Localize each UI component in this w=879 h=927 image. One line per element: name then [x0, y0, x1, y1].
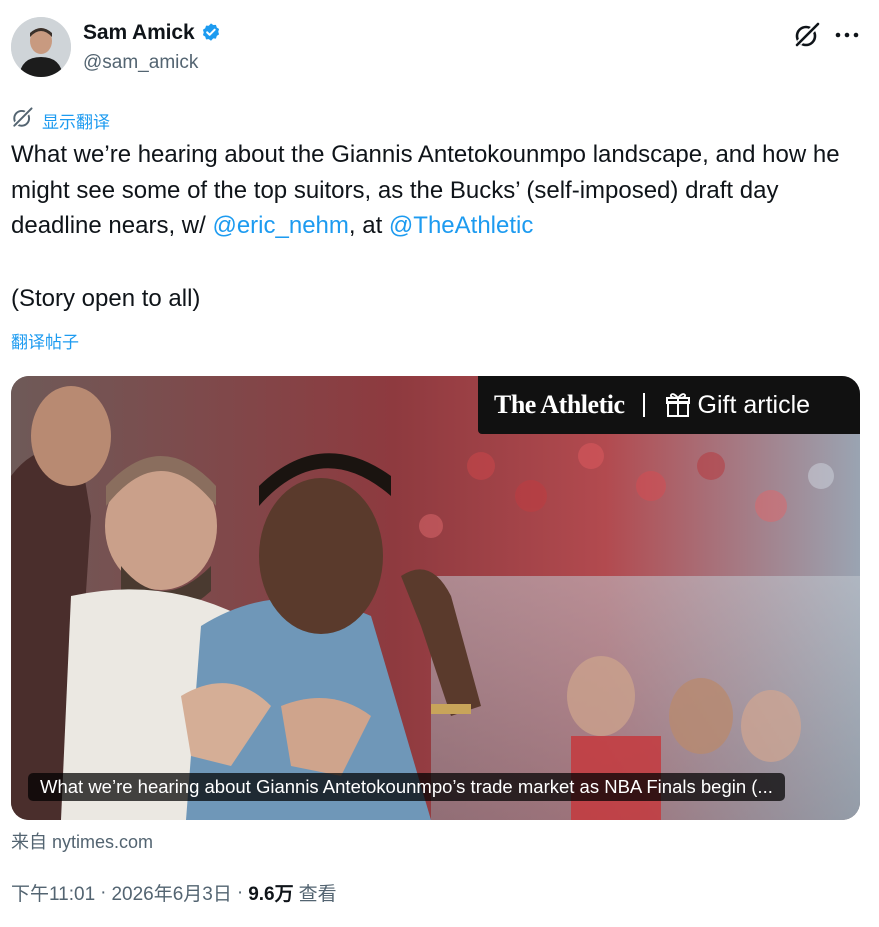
- tweet-text: What we’re hearing about the Giannis Ant…: [11, 137, 861, 244]
- tweet-meta: 下午11:01 · 2026年6月3日 · 9.6万 查看: [11, 879, 337, 906]
- avatar[interactable]: [11, 17, 71, 77]
- card-photo: [11, 376, 860, 820]
- card-source-link[interactable]: 来自 nytimes.com: [11, 828, 153, 854]
- brand-name: The Athletic: [494, 390, 625, 419]
- mention-the-athletic[interactable]: @TheAthletic: [389, 212, 533, 239]
- tweet-time[interactable]: 下午11:01: [11, 879, 95, 906]
- link-preview-card[interactable]: The Athletic Gift article What we’re hea…: [11, 376, 860, 820]
- tweet-header: Sam Amick @sam_amick: [11, 17, 871, 79]
- more-options-icon[interactable]: [834, 27, 860, 43]
- verified-badge-icon: [200, 22, 222, 44]
- tweet-date[interactable]: 2026年6月3日: [111, 879, 231, 906]
- author-name-row: Sam Amick: [83, 21, 222, 45]
- translate-icon: [11, 106, 34, 134]
- brand-separator: [642, 393, 645, 417]
- gift-article-label: Gift article: [697, 390, 811, 419]
- brand-bar: The Athletic Gift article: [478, 376, 860, 434]
- show-translation-link[interactable]: 显示翻译: [11, 106, 110, 134]
- card-caption: What we’re hearing about Giannis Antetok…: [28, 773, 785, 801]
- meta-separator: ·: [100, 881, 107, 903]
- mention-eric-nehm[interactable]: @eric_nehm: [212, 212, 348, 239]
- gift-icon: [665, 392, 691, 418]
- tweet-story-line: (Story open to all): [11, 285, 201, 312]
- tweet-text-part2: , at: [348, 212, 389, 239]
- meta-separator: ·: [236, 881, 244, 903]
- author-handle[interactable]: @sam_amick: [83, 52, 198, 74]
- author-name[interactable]: Sam Amick: [83, 21, 195, 45]
- view-count: 9.6万: [248, 884, 294, 905]
- show-translation-label: 显示翻译: [42, 112, 110, 133]
- grok-icon[interactable]: [793, 21, 821, 49]
- translate-post-link[interactable]: 翻译帖子: [11, 328, 79, 353]
- views-label: 查看: [298, 884, 337, 905]
